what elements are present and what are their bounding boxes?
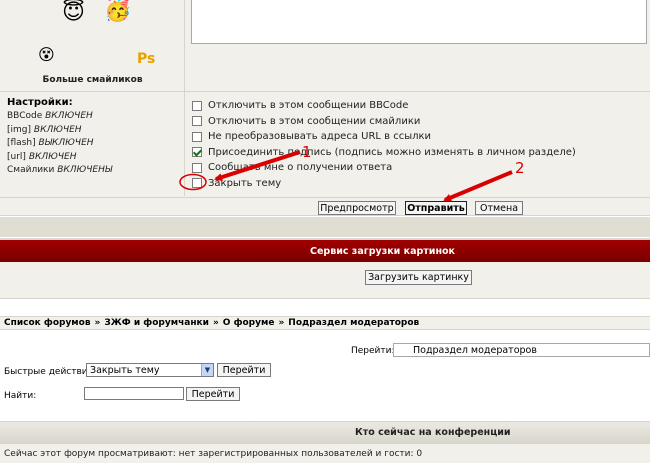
quick-actions-label: Быстрые действия: <box>4 367 97 377</box>
breadcrumb-moderators[interactable]: Подраздел модераторов <box>288 318 419 328</box>
online-header: Кто сейчас на конференции <box>0 421 650 443</box>
find-go-button[interactable]: Перейти <box>186 387 240 401</box>
breadcrumb-zhf[interactable]: ЗЖФ и форумчанки <box>104 318 209 328</box>
smiley-bin-icon[interactable]: 😵 <box>38 44 55 66</box>
breadcrumb-separator: » <box>94 318 101 328</box>
option-lock-topic: Закрыть тему <box>192 176 650 192</box>
jump-select[interactable]: Подраздел модераторов <box>393 343 650 357</box>
online-status: Сейчас этот форум просматривают: нет зар… <box>0 443 650 463</box>
submit-button[interactable]: Отправить <box>405 201 467 215</box>
find-label: Найти: <box>4 391 37 401</box>
posting-form: 😇 🥳 😵 Ps Больше смайликов Настройки: BBC… <box>0 0 650 216</box>
checkbox-disable-bbcode[interactable] <box>192 100 202 111</box>
cancel-button[interactable]: Отмена <box>475 201 523 215</box>
breadcrumb: Список форумов » ЗЖФ и форумчанки » О фо… <box>0 316 650 330</box>
spacer-band <box>0 217 650 237</box>
message-textarea[interactable] <box>191 0 647 44</box>
option-disable-urls: Не преобразовывать адреса URL в ссылки <box>192 129 650 145</box>
option-notify-reply: Сообщать мне о получении ответа <box>192 160 650 176</box>
breadcrumb-separator: » <box>212 318 219 328</box>
breadcrumb-forum-list[interactable]: Список форумов <box>4 318 91 328</box>
breadcrumb-separator: » <box>278 318 285 328</box>
annotation-label-1: 1 <box>302 143 312 161</box>
upload-panel-title: Сервис загрузки картинок <box>309 245 455 257</box>
upload-image-button[interactable]: Загрузить картинку <box>365 270 472 285</box>
setting-url: [url] ВКЛЮЧЕН <box>7 151 77 162</box>
message-cell <box>186 0 650 91</box>
settings-title: Настройки: <box>7 97 73 108</box>
post-options: Отключить в этом сообщении BBCode Отключ… <box>186 92 650 196</box>
upload-panel-header: Сервис загрузки картинок <box>0 238 650 262</box>
quick-actions-select[interactable]: Закрыть тему ▼ <box>86 363 214 377</box>
checkbox-disable-smilies[interactable] <box>192 116 202 127</box>
chevron-down-icon[interactable]: ▼ <box>201 364 213 376</box>
setting-bbcode: BBCode ВКЛЮЧЕН <box>7 111 93 121</box>
setting-flash: [flash] ВЫКЛЮЧЕН <box>7 138 94 148</box>
setting-img: [img] ВКЛЮЧЕН <box>7 124 82 135</box>
find-input[interactable] <box>84 387 184 400</box>
form-buttons: Предпросмотр Отправить Отмена <box>0 197 650 216</box>
option-attach-signature: Присоединить подпись (подпись можно изме… <box>192 145 650 161</box>
smiley-angel-icon[interactable]: 😇 <box>62 2 85 24</box>
online-title: Кто сейчас на конференции <box>355 427 511 438</box>
jump-label: Перейти: <box>351 346 395 356</box>
breadcrumb-about-forum[interactable]: О форуме <box>223 318 275 328</box>
option-disable-bbcode: Отключить в этом сообщении BBCode <box>192 98 650 114</box>
option-disable-smilies: Отключить в этом сообщении смайлики <box>192 114 650 130</box>
annotation-label-2: 2 <box>515 159 525 177</box>
upload-panel: Загрузить картинку <box>0 262 650 299</box>
smiley-ps-icon[interactable]: Ps <box>137 48 155 70</box>
preview-button[interactable]: Предпросмотр <box>318 201 396 215</box>
smiley-party-icon[interactable]: 🥳 <box>104 0 131 22</box>
checkbox-attach-signature[interactable] <box>192 147 202 158</box>
settings-panel: Настройки: BBCode ВКЛЮЧЕН [img] ВКЛЮЧЕН … <box>0 92 185 196</box>
checkbox-disable-urls[interactable] <box>192 131 202 142</box>
more-smilies-link[interactable]: Больше смайликов <box>0 75 185 85</box>
checkbox-notify-reply[interactable] <box>192 162 202 173</box>
checkbox-lock-topic[interactable] <box>192 178 202 189</box>
smilies-panel: 😇 🥳 😵 Ps Больше смайликов <box>0 0 185 91</box>
setting-smilies: Смайлики ВКЛЮЧЕНЫ <box>7 165 113 175</box>
quick-actions-go-button[interactable]: Перейти <box>217 363 271 377</box>
